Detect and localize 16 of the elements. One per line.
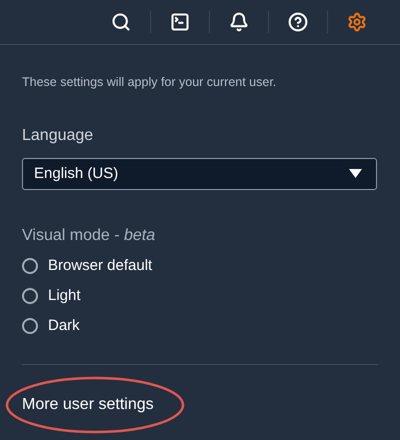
visual-mode-label: Visual mode - beta <box>22 226 156 246</box>
intro-text: These settings will apply for your current user. <box>22 74 278 91</box>
radio-option[interactable]: Light <box>22 286 378 306</box>
language-select[interactable]: English (US) <box>22 158 377 190</box>
radio-button[interactable] <box>22 258 38 274</box>
caret-icon <box>349 169 362 178</box>
radio-option[interactable]: Dark <box>22 316 378 336</box>
help-icon[interactable] <box>287 11 309 33</box>
radio-button[interactable] <box>22 318 38 334</box>
terminal-icon[interactable] <box>169 11 191 33</box>
radio-button[interactable] <box>22 288 38 304</box>
radio-option[interactable]: Browser default <box>22 256 378 276</box>
settings-icon[interactable] <box>346 11 368 33</box>
language-label: Language <box>22 126 94 146</box>
search-icon[interactable] <box>110 11 132 33</box>
bell-icon[interactable] <box>228 11 250 33</box>
